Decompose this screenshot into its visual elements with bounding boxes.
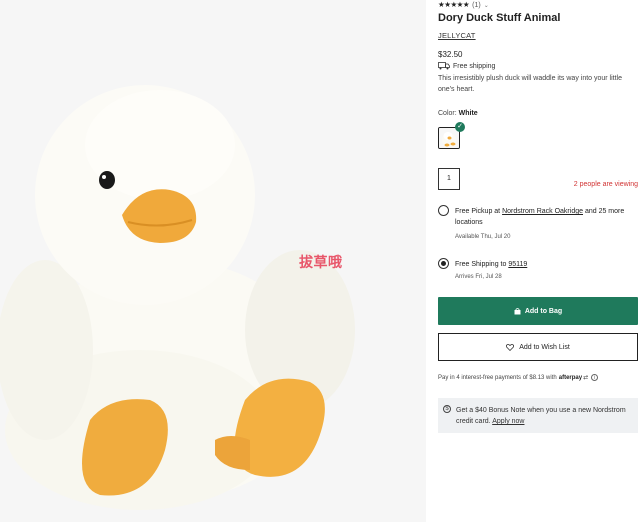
add-to-bag-button[interactable]: Add to Bag: [438, 297, 638, 325]
brand-link[interactable]: JELLYCAT: [438, 31, 476, 40]
info-icon[interactable]: i: [591, 374, 599, 381]
afterpay-logo: afterpay: [558, 374, 583, 381]
viewer-count: 2 people are viewing: [573, 181, 638, 188]
check-icon: ✓: [455, 122, 465, 132]
afterpay-note: Pay in 4 interest-free payments of $8.13…: [438, 374, 599, 381]
watermark-text: 拔草哦: [299, 254, 343, 270]
review-count[interactable]: (1): [472, 2, 481, 9]
heart-icon: [506, 343, 515, 351]
add-to-wishlist-label: Add to Wish List: [519, 343, 570, 351]
product-price: $32.50: [438, 50, 463, 59]
product-title: Dory Duck Stuff Animal: [438, 12, 561, 24]
truck-icon: [438, 62, 450, 70]
chevron-down-icon[interactable]: ⌄: [484, 2, 489, 9]
color-label: Color: White: [438, 110, 478, 117]
free-shipping-label: Free shipping: [453, 62, 496, 70]
shipping-arrival: Arrives Fri, Jul 28: [455, 274, 502, 280]
store-link[interactable]: Nordstrom Rack Oakridge: [502, 208, 583, 215]
product-description: This irresistibly plush duck will waddle…: [438, 75, 623, 93]
shipping-radio[interactable]: [438, 258, 449, 269]
free-shipping-note: Free shipping: [438, 62, 495, 70]
credit-card-promo: $ Get a $40 Bonus Note when you use a ne…: [438, 398, 638, 433]
apply-now-link[interactable]: Apply now: [492, 418, 524, 425]
product-image[interactable]: 拔草哦: [0, 0, 426, 522]
promo-text: Get a $40 Bonus Note when you use a new …: [456, 407, 626, 425]
shipping-text: Free Shipping to 95119: [455, 261, 528, 268]
add-to-bag-label: Add to Bag: [524, 307, 563, 315]
zip-link[interactable]: 95119: [508, 261, 527, 268]
afterpay-arrows-icon: ⇄: [583, 375, 589, 381]
gift-icon: $: [443, 405, 451, 413]
pickup-radio[interactable]: [438, 205, 449, 216]
selected-color: White: [458, 110, 478, 117]
pickup-text: Free Pickup at Nordstrom Rack Oakridge a…: [455, 208, 625, 226]
star-rating-icon: ★★★★★: [438, 0, 470, 9]
duck-plush-illustration: [0, 0, 426, 522]
bag-icon: [514, 307, 521, 314]
quantity-select[interactable]: 1: [438, 168, 460, 190]
add-to-wishlist-button[interactable]: Add to Wish List: [438, 333, 638, 361]
pickup-availability: Available Thu, Jul 20: [455, 234, 511, 240]
rating-summary[interactable]: ★★★★★ (1) ⌄: [438, 1, 489, 9]
